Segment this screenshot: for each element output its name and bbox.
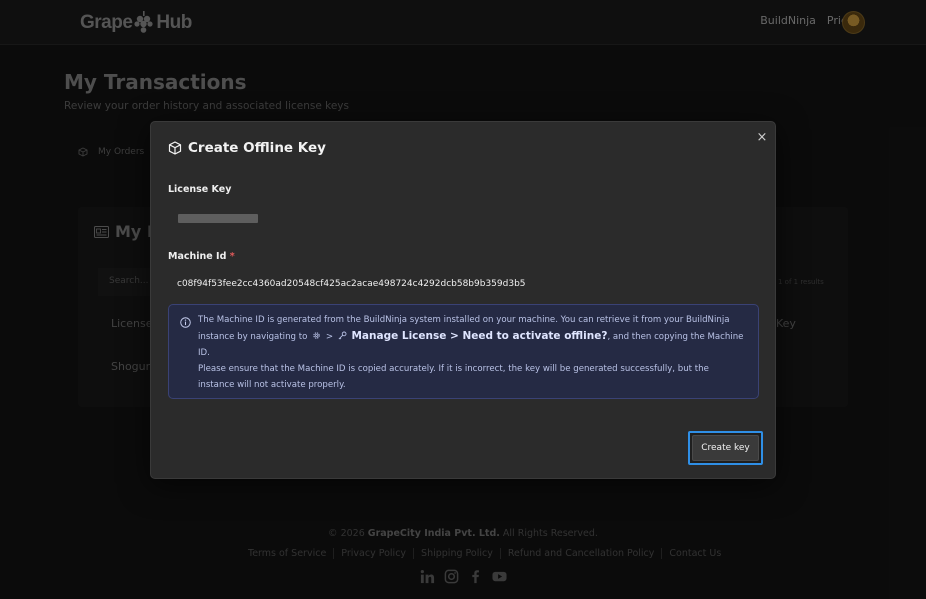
close-icon[interactable]: × — [754, 130, 770, 148]
dialog-title: Create Offline Key — [168, 140, 326, 156]
info-paragraph-1: The Machine ID is generated from the Bui… — [198, 312, 746, 361]
info-paragraph-2: Please ensure that the Machine ID is cop… — [198, 364, 709, 390]
info-separator: > — [325, 332, 334, 342]
key-icon — [338, 331, 347, 340]
required-asterisk: * — [229, 251, 235, 262]
cube-icon — [168, 141, 182, 155]
create-offline-key-dialog: × Create Offline Key License Key Machine… — [150, 121, 776, 479]
license-key-label: License Key — [168, 184, 232, 195]
create-key-button-label: Create key — [692, 435, 759, 461]
license-key-value-masked — [178, 214, 258, 223]
info-nav-path: Manage License > Need to activate offlin… — [351, 330, 608, 342]
create-key-button[interactable]: Create key — [688, 431, 763, 465]
machine-id-label: Machine Id * — [168, 251, 235, 262]
info-circle-icon — [180, 317, 191, 328]
machine-id-field[interactable]: c08f94f53fee2cc4360ad20548cf425ac2acae49… — [177, 279, 526, 289]
dialog-title-text: Create Offline Key — [188, 140, 326, 156]
info-alert: The Machine ID is generated from the Bui… — [168, 304, 759, 399]
machine-id-label-text: Machine Id — [168, 251, 227, 262]
gear-icon — [313, 332, 320, 339]
